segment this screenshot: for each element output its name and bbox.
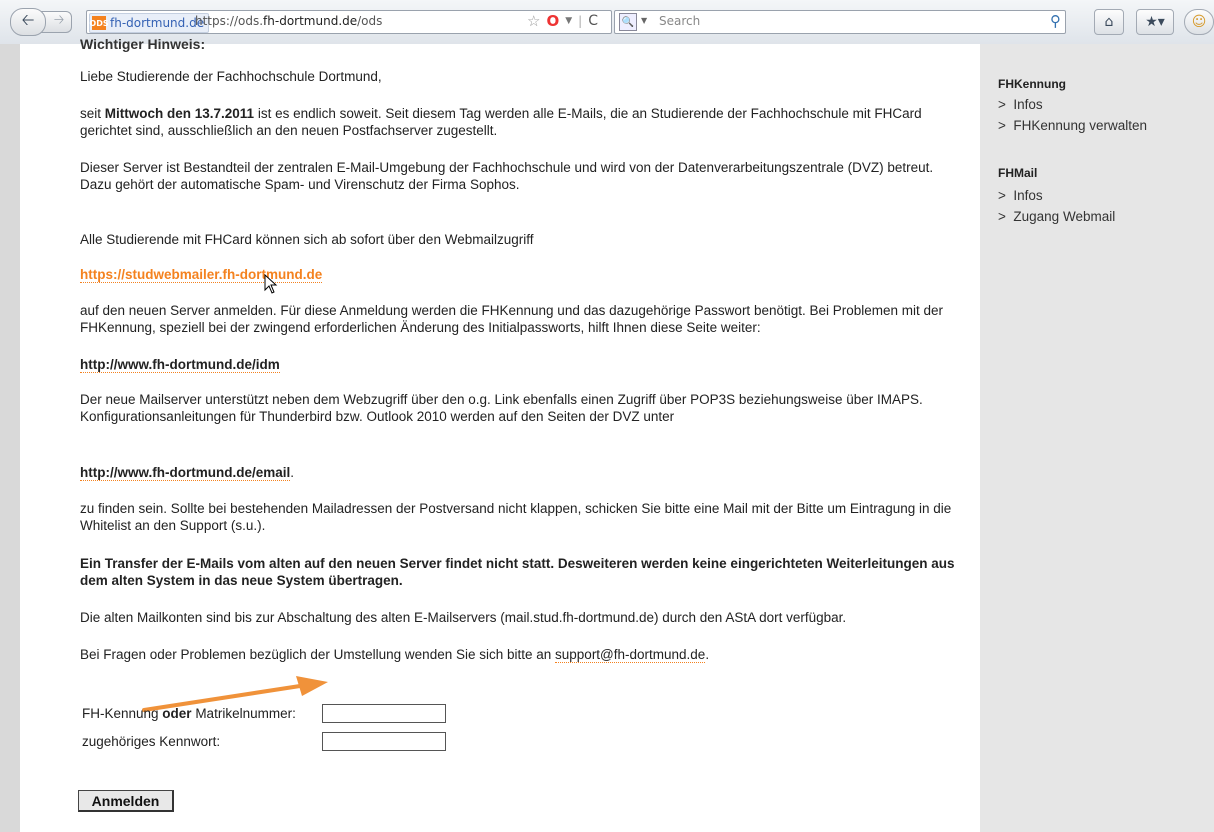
paragraph-date: seit Mittwoch den 13.7.2011 ist es endli… [80, 105, 970, 139]
paragraph-whitelist: zu finden sein. Sollte bei bestehenden M… [80, 501, 952, 533]
text: Matrikelnummer: [191, 706, 296, 721]
password-input[interactable] [322, 732, 446, 751]
text: FH-Kennung [82, 706, 163, 721]
sidebar-item-fhkennung-infos[interactable]: > Infos [998, 97, 1043, 112]
url-prefix: https://ods. [195, 14, 264, 28]
date-bold: Mittwoch den 13.7.2011 [104, 106, 255, 121]
webmail-link[interactable]: https://studwebmailer.fh-dortmund.de [80, 267, 323, 283]
back-arrow-icon: 🡠 [21, 9, 35, 29]
bullet: > [998, 118, 1006, 133]
idm-link[interactable]: http://www.fh-dortmund.de/idm [80, 357, 280, 373]
sidebar-item-label: Infos [1013, 188, 1043, 203]
password-label: zugehöriges Kennwort: [82, 734, 221, 749]
url-text[interactable]: https://ods.fh-dortmund.de/ods [195, 14, 382, 28]
search-engine-icon[interactable]: 🔍 [619, 13, 637, 31]
paragraph-login-info: auf den neuen Server anmelden. Für diese… [80, 303, 944, 335]
text: . [290, 465, 294, 480]
bookmark-star-icon[interactable]: ☆ [527, 12, 540, 30]
sidebar-item-label: Infos [1013, 97, 1043, 112]
sidebar-heading-fhmail: FHMail [998, 166, 1038, 180]
text: . [705, 647, 710, 662]
back-button[interactable]: 🡠 [10, 8, 46, 36]
email-link-line: http://www.fh-dortmund.de/email. [80, 464, 970, 481]
text: Dieser Server ist Bestandteil der zentra… [80, 160, 934, 175]
support-email-link[interactable]: support@fh-dortmund.de [555, 647, 706, 663]
bullet: > [998, 188, 1006, 203]
text-bold: oder [162, 706, 192, 721]
dropdown-arrow-icon[interactable]: ▼ [565, 16, 572, 26]
paragraph-pop3s: Der neue Mailserver unterstützt neben de… [80, 391, 970, 425]
text: Der neue Mailserver unterstützt neben de… [80, 392, 923, 407]
text: Dazu gehört der automatische Spam- und V… [80, 177, 520, 192]
url-domain: fh-dortmund.de [263, 14, 358, 28]
login-button[interactable]: Anmelden [78, 790, 174, 812]
reload-icon[interactable]: C [588, 13, 598, 29]
main-content: Wichtiger Hinweis: Liebe Studierende der… [20, 36, 980, 832]
username-input[interactable] [322, 704, 446, 723]
greeting: Liebe Studierende der Fachhochschule Dor… [80, 69, 382, 84]
paragraph-webmail-intro: Alle Studierende mit FHCard können sich … [80, 232, 534, 247]
search-placeholder: Search [659, 14, 701, 28]
sidebar-item-fhmail-infos[interactable]: > Infos [998, 188, 1043, 203]
search-go-icon[interactable]: ⚲ [1050, 12, 1061, 30]
paragraph-server: Dieser Server ist Bestandteil der zentra… [80, 159, 970, 193]
bullet: > [998, 209, 1006, 224]
bookmarks-icon: ★▾ [1145, 14, 1165, 30]
sidebar-item-label: Zugang Webmail [1013, 209, 1116, 224]
page-content: Wichtiger Hinweis: Liebe Studierende der… [0, 36, 1214, 832]
separator: | [578, 14, 583, 28]
mouse-cursor-icon [264, 274, 278, 294]
text: Bei Fragen oder Problemen bezüglich der … [80, 647, 556, 662]
sidebar-item-label: FHKennung verwalten [1013, 118, 1147, 133]
opera-o-icon[interactable]: O [546, 12, 559, 30]
paragraph-old-accounts: Die alten Mailkonten sind bis zur Abscha… [80, 610, 847, 625]
left-margin [0, 44, 20, 832]
addon-smiley-icon: ☺ [1191, 14, 1207, 30]
text: seit [80, 106, 105, 121]
sidebar: FHKennung > Infos > FHKennung verwalten … [980, 44, 1214, 832]
page-heading: Wichtiger Hinweis: [80, 36, 206, 52]
paragraph-transfer-notice: Ein Transfer der E-Mails vom alten auf d… [80, 556, 955, 588]
home-button[interactable]: ⌂ [1094, 9, 1124, 35]
url-bar-icons: ☆ O ▼ | C [527, 12, 598, 30]
text: Konfigurationsanleitungen für Thunderbir… [80, 409, 675, 424]
site-identity-badge[interactable]: ODS fh-dortmund.de [89, 13, 210, 33]
idm-link-line: http://www.fh-dortmund.de/idm [80, 356, 970, 373]
address-bar[interactable]: ODS fh-dortmund.de https://ods.fh-dortmu… [86, 10, 612, 34]
webmail-link-line: https://studwebmailer.fh-dortmund.de [80, 266, 970, 283]
url-path: /ods [357, 14, 383, 28]
username-label: FH-Kennung oder Matrikelnummer: [82, 706, 296, 721]
site-favicon-icon: ODS [89, 16, 109, 30]
sidebar-heading-fhkennung: FHKennung [998, 77, 1066, 91]
sidebar-item-fhkennung-verwalten[interactable]: > FHKennung verwalten [998, 118, 1147, 133]
site-name: fh-dortmund.de [110, 16, 205, 30]
sidebar-item-zugang-webmail[interactable]: > Zugang Webmail [998, 209, 1115, 224]
email-config-link[interactable]: http://www.fh-dortmund.de/email [80, 465, 291, 481]
bullet: > [998, 97, 1006, 112]
search-engine-dropdown-icon[interactable]: ▼ [641, 16, 647, 25]
home-icon: ⌂ [1104, 14, 1114, 30]
addon-button[interactable]: ☺ [1184, 9, 1214, 35]
paragraph-support: Bei Fragen oder Problemen bezüglich der … [80, 646, 970, 663]
bookmarks-button[interactable]: ★▾ [1136, 9, 1174, 35]
search-bar[interactable]: 🔍 ▼ Search ⚲ [614, 10, 1066, 34]
